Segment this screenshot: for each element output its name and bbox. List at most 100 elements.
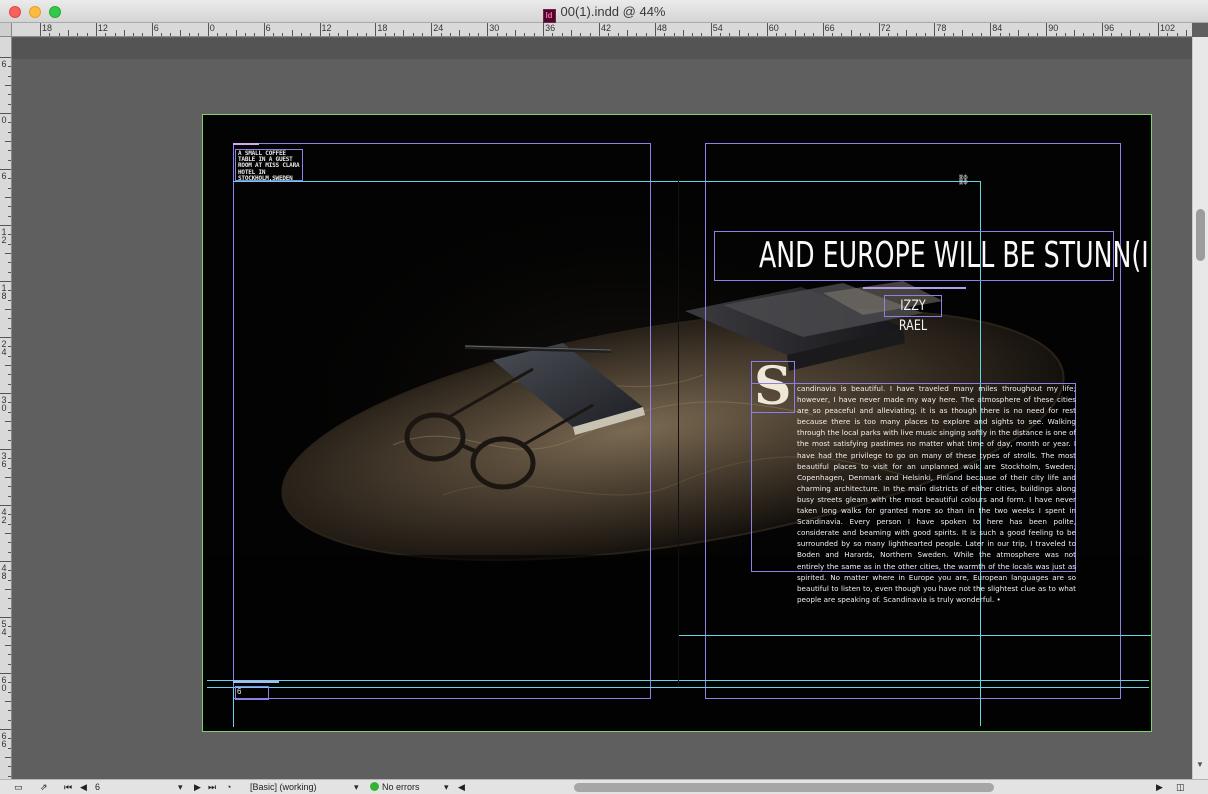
vertical-ruler[interactable]: 60612182430364248546066 bbox=[0, 37, 12, 779]
ruler-minor-tick bbox=[356, 33, 358, 36]
ruler-label: 24 bbox=[433, 23, 444, 33]
ruler-minor-tick bbox=[384, 33, 386, 36]
ruler-minor-tick bbox=[8, 318, 11, 320]
ruler-minor-tick bbox=[748, 33, 750, 36]
ruler-minor-tick bbox=[5, 421, 11, 422]
ruler-label: 6 bbox=[153, 23, 159, 33]
vertical-scrollbar[interactable]: ▼ bbox=[1192, 37, 1208, 779]
byline-frame[interactable]: IZZY RAEL bbox=[884, 295, 942, 334]
ruler-label: 54 bbox=[712, 23, 723, 33]
ruler-minor-tick bbox=[720, 33, 722, 36]
document-spread[interactable]: A SMALL COFFEE TABLE IN A GUEST ROOM AT … bbox=[202, 114, 1152, 732]
scroll-left-icon[interactable]: ◀ bbox=[458, 781, 465, 794]
scroll-down-icon[interactable]: ▼ bbox=[1196, 760, 1204, 769]
ruler-guide[interactable] bbox=[233, 687, 234, 727]
ruler-label: 96 bbox=[1104, 23, 1115, 33]
errors-dropdown-icon[interactable]: ▾ bbox=[444, 781, 449, 794]
first-page-icon[interactable]: ⏮ bbox=[64, 781, 72, 794]
ruler-label: 6 bbox=[1, 171, 7, 181]
status-ok-icon bbox=[370, 782, 379, 791]
ruler-minor-tick bbox=[5, 197, 11, 198]
view-mode-icon[interactable]: ▭ bbox=[14, 781, 23, 794]
ruler-minor-tick bbox=[608, 33, 610, 36]
ruler-label: 48 bbox=[656, 23, 667, 33]
ruler-origin-corner[interactable] bbox=[0, 23, 12, 37]
ruler-tick bbox=[263, 23, 265, 36]
ruler-minor-tick bbox=[161, 33, 163, 36]
scroll-right-icon[interactable]: ▶ bbox=[1156, 781, 1163, 794]
ruler-label: 18 bbox=[42, 23, 53, 33]
next-page-icon[interactable]: ▶ bbox=[194, 781, 201, 794]
indesign-doc-icon: Id bbox=[542, 9, 556, 23]
ruler-minor-tick bbox=[999, 33, 1001, 36]
page-dropdown-icon[interactable]: ▾ bbox=[178, 781, 183, 794]
ruler-minor-tick bbox=[8, 542, 11, 544]
preflight-status[interactable]: No errors bbox=[370, 781, 420, 794]
ruler-guide[interactable] bbox=[678, 635, 1151, 636]
ruler-minor-tick bbox=[468, 33, 470, 36]
preflight-icon[interactable]: ◔ bbox=[226, 781, 231, 794]
ruler-minor-tick bbox=[8, 579, 11, 581]
ruler-minor-tick bbox=[8, 150, 11, 152]
ruler-minor-tick bbox=[49, 33, 51, 36]
threaded-link-icon[interactable]: ⛓ bbox=[957, 176, 973, 186]
vertical-scroll-thumb[interactable] bbox=[1196, 209, 1205, 261]
ruler-label: 60 bbox=[1, 675, 7, 693]
ruler-minor-tick bbox=[142, 33, 144, 36]
ruler-minor-tick bbox=[701, 33, 703, 36]
footer-rule bbox=[233, 681, 279, 683]
page-number-field[interactable]: 6 bbox=[95, 781, 175, 794]
ruler-minor-tick bbox=[179, 30, 181, 36]
ruler-tick bbox=[1046, 23, 1048, 36]
ruler-minor-tick bbox=[906, 30, 908, 36]
ruler-minor-tick bbox=[8, 719, 11, 721]
ruler-minor-tick bbox=[8, 299, 11, 301]
ruler-tick bbox=[0, 169, 11, 170]
headline-frame[interactable]: AND EUROPE WILL BE STUNN(ING) bbox=[714, 231, 1151, 281]
horizontal-scroll-thumb[interactable] bbox=[574, 783, 994, 792]
ruler-minor-tick bbox=[897, 33, 899, 36]
ruler-minor-tick bbox=[58, 33, 60, 36]
last-page-icon[interactable]: ⏭ bbox=[208, 781, 216, 794]
open-in-bridge-icon[interactable]: ⇗ bbox=[40, 781, 48, 794]
ruler-minor-tick bbox=[8, 747, 11, 749]
ruler-label: 66 bbox=[1, 731, 7, 749]
ruler-minor-tick bbox=[8, 402, 11, 404]
horizontal-ruler[interactable]: 18 12 6 0 6 12 18 24 30 36 42 48 54 60 66 72 78 84 90 96 102 bbox=[12, 23, 1192, 37]
ruler-minor-tick bbox=[925, 33, 927, 36]
ruler-guide[interactable] bbox=[233, 181, 981, 182]
ruler-tick bbox=[0, 617, 11, 618]
ruler-label: 30 bbox=[1, 395, 7, 413]
previous-page-icon[interactable]: ◀ bbox=[80, 781, 87, 794]
ruler-minor-tick bbox=[8, 243, 11, 245]
profile-dropdown-icon[interactable]: ▾ bbox=[354, 781, 359, 794]
ruler-minor-tick bbox=[8, 663, 11, 665]
ruler-minor-tick bbox=[394, 33, 396, 36]
ruler-minor-tick bbox=[8, 430, 11, 432]
ruler-guide[interactable] bbox=[207, 687, 1149, 688]
ruler-tick bbox=[599, 23, 600, 36]
ruler-tick bbox=[0, 729, 11, 730]
ruler-minor-tick bbox=[552, 33, 554, 36]
byline: IZZY RAEL bbox=[898, 298, 928, 334]
ruler-minor-tick bbox=[1148, 33, 1150, 36]
ruler-tick bbox=[878, 23, 880, 36]
split-layout-icon[interactable]: ◫ bbox=[1176, 781, 1185, 794]
ruler-minor-tick bbox=[8, 514, 11, 516]
page-number-frame[interactable]: 6 bbox=[235, 686, 269, 700]
ruler-minor-tick bbox=[412, 33, 414, 36]
ruler-minor-tick bbox=[8, 234, 11, 236]
ruler-minor-tick bbox=[291, 30, 293, 36]
ruler-minor-tick bbox=[8, 775, 11, 777]
photo-caption[interactable]: A SMALL COFFEE TABLE IN A GUEST ROOM AT … bbox=[235, 149, 303, 181]
ruler-label: 60 bbox=[768, 23, 779, 33]
ruler-minor-tick bbox=[105, 33, 107, 36]
ruler-tick bbox=[95, 23, 97, 36]
ruler-minor-tick bbox=[1130, 30, 1132, 36]
preflight-profile[interactable]: [Basic] (working) bbox=[250, 781, 317, 794]
ruler-minor-tick bbox=[8, 374, 11, 376]
ruler-minor-tick bbox=[477, 33, 479, 36]
ruler-minor-tick bbox=[421, 33, 423, 36]
ruler-minor-tick bbox=[813, 33, 815, 36]
spine-line bbox=[678, 175, 679, 687]
